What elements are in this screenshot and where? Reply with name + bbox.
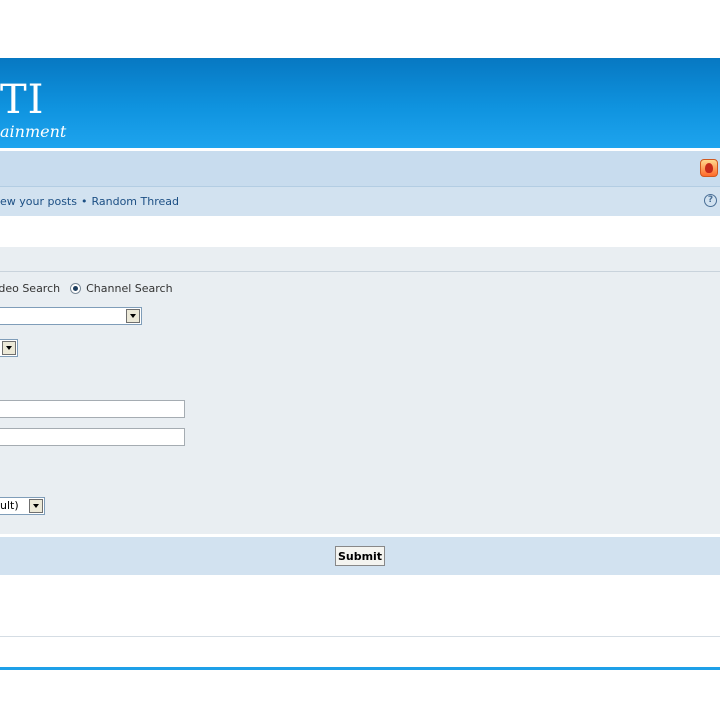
search-form: Video Search Channel Search ult) bbox=[0, 272, 720, 534]
chevron-down-icon[interactable] bbox=[126, 309, 140, 323]
site-tagline: ainment bbox=[0, 122, 67, 141]
video-search-label[interactable]: Video Search bbox=[0, 282, 60, 295]
category-select[interactable] bbox=[0, 307, 142, 325]
quick-links-bar: ew your posts • Random Thread ? bbox=[0, 187, 720, 216]
sort-select-value: ult) bbox=[0, 499, 19, 512]
search-form-header bbox=[0, 247, 720, 272]
chevron-down-icon[interactable] bbox=[29, 499, 43, 513]
footer-divider bbox=[0, 636, 720, 637]
search-input-2[interactable] bbox=[0, 428, 185, 446]
quick-links: ew your posts • Random Thread bbox=[0, 195, 179, 208]
sort-select[interactable]: ult) bbox=[0, 497, 45, 515]
help-icon[interactable]: ? bbox=[704, 194, 717, 207]
channel-search-label[interactable]: Channel Search bbox=[86, 282, 172, 295]
footer-bar bbox=[0, 667, 720, 670]
site-logo[interactable]: TI bbox=[0, 80, 44, 120]
link-separator: • bbox=[80, 195, 88, 208]
page: TI ainment ew your posts • Random Thread ?… bbox=[0, 0, 720, 720]
chevron-down-icon[interactable] bbox=[2, 341, 16, 355]
search-input-1[interactable] bbox=[0, 400, 185, 418]
site-banner: TI ainment bbox=[0, 58, 720, 148]
view-your-posts-link[interactable]: ew your posts bbox=[0, 195, 77, 208]
random-thread-link[interactable]: Random Thread bbox=[91, 195, 179, 208]
submit-button[interactable]: Submit bbox=[335, 546, 385, 566]
order-select[interactable] bbox=[0, 339, 18, 357]
search-type-row: Video Search Channel Search bbox=[0, 282, 173, 295]
channel-search-radio[interactable] bbox=[70, 283, 82, 294]
submit-bar: Submit bbox=[0, 537, 720, 575]
feed-icon[interactable] bbox=[700, 159, 718, 177]
navbar bbox=[0, 151, 720, 187]
